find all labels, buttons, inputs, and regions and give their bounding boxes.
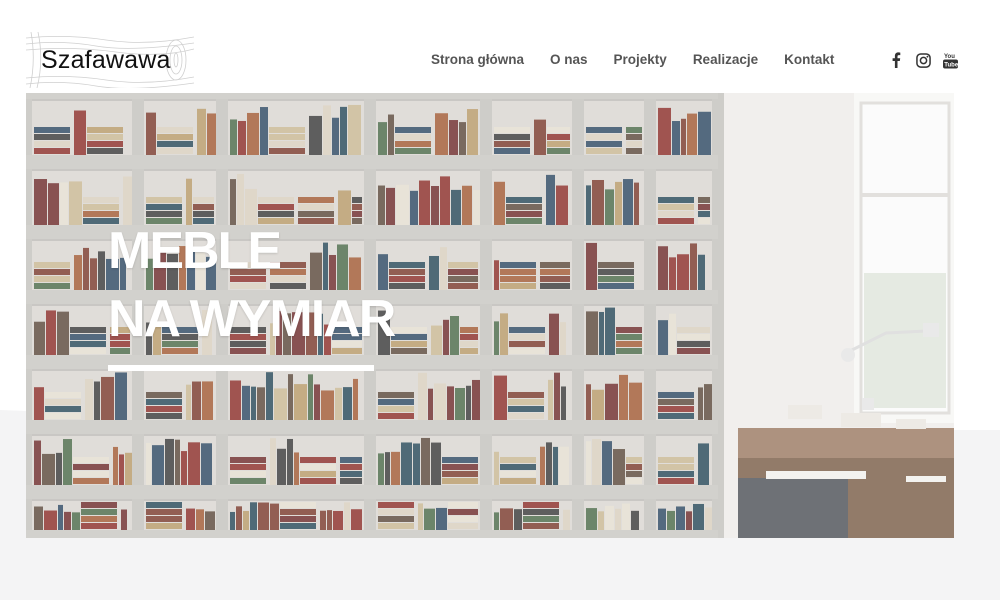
nav-item-realizations[interactable]: Realizacje bbox=[693, 52, 758, 67]
facebook-icon[interactable] bbox=[888, 52, 904, 68]
nav-item-about[interactable]: O nas bbox=[550, 52, 588, 67]
svg-text:Tube: Tube bbox=[944, 62, 958, 68]
instagram-icon[interactable] bbox=[915, 52, 931, 68]
main-navigation: Strona główna O nas Projekty Realizacje … bbox=[431, 52, 860, 67]
svg-text:You: You bbox=[944, 54, 955, 60]
nav-item-contact[interactable]: Kontakt bbox=[784, 52, 834, 67]
social-links: You Tube bbox=[888, 52, 958, 68]
hero-headline-underline bbox=[108, 365, 374, 371]
hero-banner: MEBLE NA WYMIAR bbox=[26, 93, 954, 538]
brand-name: Szafawawa bbox=[41, 45, 171, 74]
hero-headline: MEBLE NA WYMIAR bbox=[108, 218, 396, 353]
site-logo[interactable]: Szafawawa bbox=[26, 32, 194, 88]
hero-headline-line1: MEBLE bbox=[108, 222, 282, 280]
nav-item-home[interactable]: Strona główna bbox=[431, 52, 524, 67]
youtube-icon[interactable]: You Tube bbox=[942, 52, 958, 68]
nav-item-projects[interactable]: Projekty bbox=[614, 52, 667, 67]
hero-headline-line2: NA WYMIAR bbox=[108, 289, 396, 348]
